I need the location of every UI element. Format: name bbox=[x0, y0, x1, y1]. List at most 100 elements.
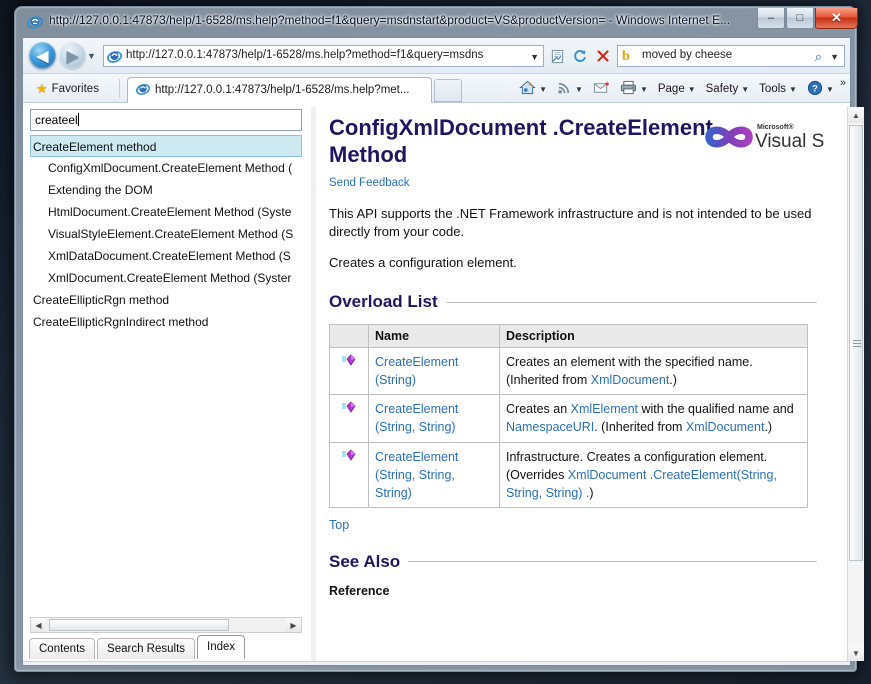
send-feedback-link[interactable]: Send Feedback bbox=[329, 177, 817, 189]
list-item[interactable]: XmlDataDocument.CreateElement Method (S bbox=[30, 245, 302, 267]
table-row: CreateElement (String, String) Creates a… bbox=[330, 395, 808, 442]
maximize-button[interactable]: □ bbox=[786, 8, 814, 29]
stop-button[interactable] bbox=[592, 45, 614, 67]
minimize-button[interactable]: – bbox=[757, 8, 785, 29]
new-tab-button[interactable] bbox=[434, 79, 462, 102]
scrollbar-thumb[interactable] bbox=[849, 125, 863, 561]
command-bar: ▼ ▼ bbox=[515, 77, 846, 101]
home-button[interactable]: ▼ bbox=[515, 78, 551, 100]
desc-link[interactable]: XmlElement bbox=[571, 402, 638, 416]
pane-tab-strip: Contents Search Results Index bbox=[29, 635, 247, 659]
search-icon[interactable]: ⌕ bbox=[815, 49, 822, 65]
content-vertical-scrollbar[interactable]: ▲ ▼ bbox=[847, 107, 864, 661]
title-bar: http://127.0.0.1:47873/help/1-6528/ms.he… bbox=[15, 7, 856, 37]
safety-menu-label: Safety bbox=[706, 83, 739, 95]
overload-table: Name Description bbox=[329, 324, 808, 508]
list-item[interactable]: XmlDocument.CreateElement Method (Syster bbox=[30, 267, 302, 289]
page-menu-button[interactable]: Page ▼ bbox=[654, 81, 700, 97]
list-item[interactable]: CreateElement method bbox=[30, 135, 302, 157]
tab-contents[interactable]: Contents bbox=[29, 638, 95, 659]
logo-product-text: Visual S bbox=[755, 131, 824, 152]
text-caret bbox=[78, 113, 79, 126]
search-input[interactable]: moved by cheese bbox=[642, 49, 732, 61]
overload-link[interactable]: CreateElement bbox=[375, 402, 458, 416]
favorites-label: Favorites bbox=[52, 83, 99, 95]
feeds-icon bbox=[557, 80, 572, 98]
see-also-heading-text: See Also bbox=[329, 552, 400, 572]
search-provider-dropdown-icon[interactable]: ▼ bbox=[830, 52, 839, 62]
help-viewer: createel CreateElement method ConfigXmlD… bbox=[23, 103, 850, 665]
top-link[interactable]: Top bbox=[329, 518, 817, 532]
help-caret-icon[interactable]: ▼ bbox=[826, 85, 834, 94]
search-box[interactable]: b moved by cheese ⌕ ▼ bbox=[617, 45, 845, 67]
scroll-right-icon[interactable]: ▶ bbox=[286, 618, 301, 632]
tools-menu-button[interactable]: Tools ▼ bbox=[755, 81, 801, 97]
index-search-input[interactable]: createel bbox=[30, 109, 302, 131]
scroll-left-icon[interactable]: ◀ bbox=[31, 618, 46, 632]
desc-text: . (Inherited from bbox=[594, 420, 686, 434]
row-name-cell[interactable]: CreateElement (String) bbox=[369, 348, 500, 395]
forward-button[interactable]: ▶ bbox=[59, 42, 86, 69]
help-menu-button[interactable]: ? ▼ bbox=[803, 78, 838, 101]
address-dropdown-icon[interactable]: ▼ bbox=[530, 52, 539, 62]
visual-studio-logo: Microsoft® Visual S bbox=[697, 117, 827, 157]
pane-splitter[interactable] bbox=[311, 107, 316, 661]
tab-search-results[interactable]: Search Results bbox=[97, 638, 195, 659]
list-item[interactable]: HtmlDocument.CreateElement Method (Syste bbox=[30, 201, 302, 223]
index-horizontal-scrollbar[interactable]: ◀ ▶ bbox=[30, 617, 302, 633]
address-bar[interactable]: http://127.0.0.1:47873/help/1-6528/ms.he… bbox=[103, 45, 544, 67]
heading-rule bbox=[408, 561, 817, 562]
mail-button[interactable] bbox=[589, 79, 614, 100]
back-button[interactable]: ◀ bbox=[29, 42, 56, 69]
desc-link[interactable]: XmlDocument bbox=[591, 373, 670, 387]
scroll-up-icon[interactable]: ▲ bbox=[848, 107, 864, 123]
address-input[interactable]: http://127.0.0.1:47873/help/1-6528/ms.he… bbox=[126, 49, 496, 61]
list-item[interactable]: Extending the DOM bbox=[30, 179, 302, 201]
favorites-button[interactable]: ★ Favorites bbox=[29, 78, 106, 99]
list-item[interactable]: ConfigXmlDocument.CreateElement Method ( bbox=[30, 157, 302, 179]
print-icon bbox=[620, 80, 637, 98]
row-name-cell[interactable]: CreateElement (String, String, String) bbox=[369, 442, 500, 507]
print-caret-icon[interactable]: ▼ bbox=[640, 85, 648, 94]
close-button[interactable]: ✕ bbox=[815, 8, 858, 29]
safety-menu-button[interactable]: Safety ▼ bbox=[702, 81, 754, 97]
th-description: Description bbox=[500, 325, 808, 348]
list-item[interactable]: CreateEllipticRgnIndirect method bbox=[30, 311, 302, 333]
tools-menu-label: Tools bbox=[759, 83, 786, 95]
list-item[interactable]: CreateEllipticRgn method bbox=[30, 289, 302, 311]
tab-index[interactable]: Index bbox=[197, 635, 245, 659]
print-button[interactable]: ▼ bbox=[616, 78, 652, 100]
browser-tab-active[interactable]: http://127.0.0.1:47873/help/1-6528/ms.he… bbox=[127, 77, 432, 103]
table-row: CreateElement (String, String, String) I… bbox=[330, 442, 808, 507]
overload-signature[interactable]: (String, String) bbox=[375, 420, 456, 434]
star-icon: ★ bbox=[36, 81, 48, 97]
desc-text: with the qualified name and bbox=[638, 402, 794, 416]
internet-explorer-icon bbox=[27, 14, 43, 30]
recent-pages-dropdown[interactable]: ▼ bbox=[87, 51, 96, 61]
bing-provider-icon: b bbox=[622, 49, 637, 64]
scroll-down-icon[interactable]: ▼ bbox=[848, 645, 864, 661]
feeds-caret-icon[interactable]: ▼ bbox=[575, 85, 583, 94]
feeds-button[interactable]: ▼ bbox=[553, 78, 587, 100]
overload-heading-text: Overload List bbox=[329, 292, 438, 312]
row-name-cell[interactable]: CreateElement (String, String) bbox=[369, 395, 500, 442]
overload-link[interactable]: CreateElement bbox=[375, 450, 458, 464]
row-description-cell: Creates an element with the specified na… bbox=[500, 348, 808, 395]
desc-link[interactable]: XmlDocument bbox=[686, 420, 765, 434]
reference-label: Reference bbox=[329, 584, 817, 598]
overload-signature[interactable]: (String) bbox=[375, 373, 416, 387]
index-list[interactable]: CreateElement method ConfigXmlDocument.C… bbox=[30, 135, 302, 620]
overload-list-heading: Overload List bbox=[329, 292, 817, 312]
list-item[interactable]: VisualStyleElement.CreateElement Method … bbox=[30, 223, 302, 245]
browser-window: http://127.0.0.1:47873/help/1-6528/ms.he… bbox=[14, 6, 857, 672]
refresh-button[interactable] bbox=[569, 45, 591, 67]
compatibility-view-button[interactable] bbox=[546, 45, 568, 67]
toolbar-overflow-icon[interactable]: » bbox=[840, 77, 846, 89]
home-caret-icon[interactable]: ▼ bbox=[539, 85, 547, 94]
tools-caret-icon: ▼ bbox=[789, 85, 797, 94]
scrollbar-thumb[interactable] bbox=[49, 619, 229, 631]
overload-signature[interactable]: (String, String, String) bbox=[375, 468, 455, 500]
desc-link[interactable]: NamespaceURI bbox=[506, 420, 594, 434]
overload-link[interactable]: CreateElement bbox=[375, 355, 458, 369]
safety-caret-icon: ▼ bbox=[741, 85, 749, 94]
